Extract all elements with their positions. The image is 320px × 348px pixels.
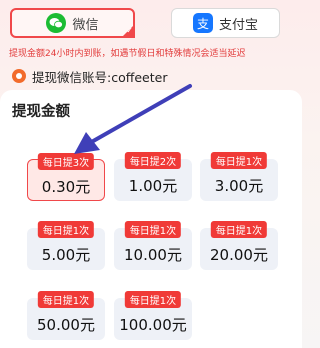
annotation-arrow-icon: [74, 84, 192, 154]
